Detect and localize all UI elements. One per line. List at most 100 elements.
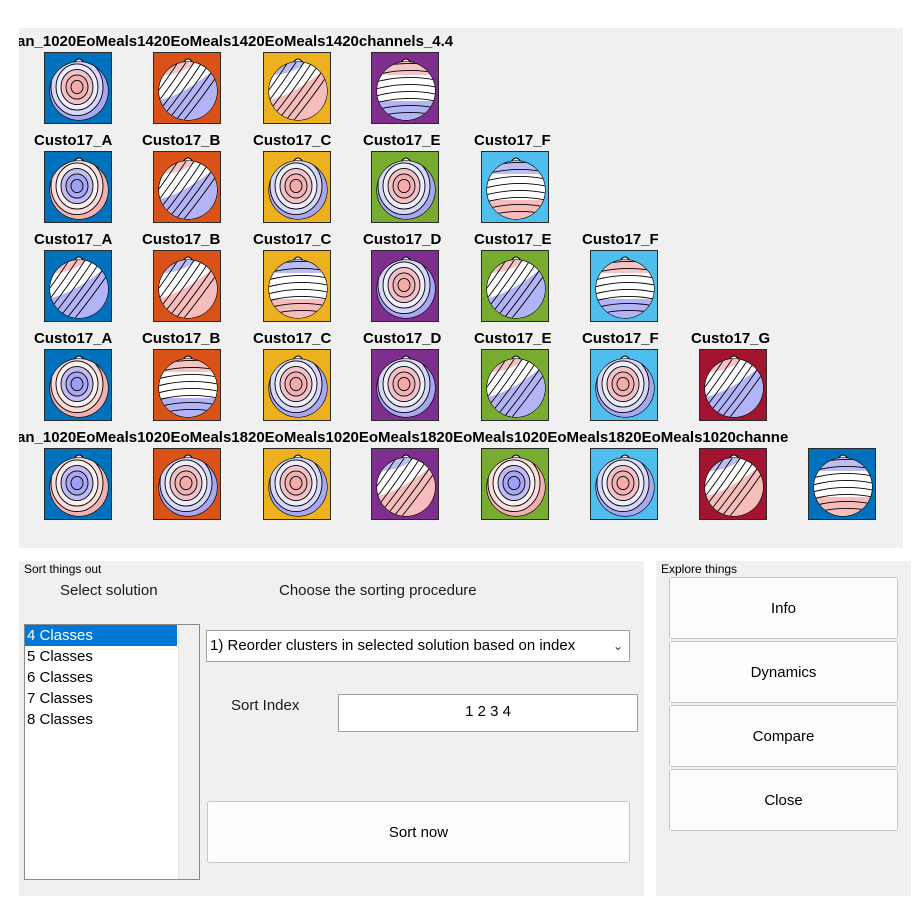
head-map-icon bbox=[813, 454, 873, 517]
map-title: Custo17_C bbox=[253, 231, 332, 248]
map-title: Custo17_A bbox=[34, 330, 113, 347]
map-title: Custo17_F bbox=[582, 231, 659, 248]
head-map-icon bbox=[376, 454, 436, 517]
topographic-map bbox=[263, 349, 331, 421]
sort-index-label: Sort Index bbox=[231, 697, 300, 714]
map-title: Custo17_G bbox=[691, 330, 771, 347]
topographic-map bbox=[371, 52, 439, 124]
topographic-map bbox=[263, 250, 331, 322]
solution-item[interactable]: 7 Classes bbox=[25, 688, 177, 709]
map-title: Custo17_D bbox=[363, 330, 442, 347]
topographic-map bbox=[699, 448, 767, 520]
map-title: Custo17_C bbox=[253, 330, 332, 347]
topographic-map bbox=[263, 52, 331, 124]
head-map-icon bbox=[376, 355, 436, 418]
sorting-procedure-label: Choose the sorting procedure bbox=[279, 582, 477, 599]
sort-panel: Sort things out Select solution Choose t… bbox=[19, 561, 644, 896]
head-map-icon bbox=[595, 256, 655, 319]
head-map-icon bbox=[595, 355, 655, 418]
head-map-icon bbox=[268, 157, 328, 220]
sort-now-button[interactable]: Sort now bbox=[207, 801, 630, 863]
info-button[interactable]: Info bbox=[669, 577, 898, 639]
head-map-icon bbox=[376, 58, 436, 121]
topographic-map bbox=[44, 349, 112, 421]
topographic-map bbox=[590, 250, 658, 322]
topographic-map bbox=[371, 151, 439, 223]
explore-panel-title: Explore things bbox=[661, 562, 738, 576]
head-map-icon bbox=[486, 355, 546, 418]
topographic-map bbox=[481, 250, 549, 322]
dynamics-button[interactable]: Dynamics bbox=[669, 641, 898, 703]
topographic-map bbox=[44, 52, 112, 124]
close-button[interactable]: Close bbox=[669, 769, 898, 831]
solution-listbox[interactable]: 4 Classes 5 Classes 6 Classes 7 Classes 8 Cl… bbox=[24, 624, 200, 880]
head-map-icon bbox=[704, 454, 764, 517]
head-map-icon bbox=[49, 454, 109, 517]
map-title: Custo17_F bbox=[474, 132, 551, 149]
head-map-icon bbox=[486, 157, 546, 220]
topographic-map bbox=[371, 349, 439, 421]
head-map-icon bbox=[158, 157, 218, 220]
sorting-procedure-dropdown[interactable]: 1) Reorder clusters in selected solution… bbox=[206, 630, 630, 662]
head-map-icon bbox=[158, 454, 218, 517]
topographic-map bbox=[263, 448, 331, 520]
head-map-icon bbox=[49, 355, 109, 418]
topographic-map bbox=[371, 250, 439, 322]
sort-index-value: 1 2 3 4 bbox=[465, 703, 511, 720]
map-title: Custo17_D bbox=[363, 231, 442, 248]
topographic-map bbox=[808, 448, 876, 520]
map-title: Custo17_F bbox=[582, 330, 659, 347]
topographic-map bbox=[153, 250, 221, 322]
topographic-map bbox=[481, 151, 549, 223]
listbox-scrollbar[interactable] bbox=[178, 625, 199, 879]
head-map-icon bbox=[376, 256, 436, 319]
topographic-map bbox=[590, 349, 658, 421]
solution-item[interactable]: 8 Classes bbox=[25, 709, 177, 730]
explore-panel: Explore things Info Dynamics Compare Clo… bbox=[656, 561, 911, 896]
head-map-icon bbox=[268, 454, 328, 517]
head-map-icon bbox=[376, 157, 436, 220]
head-map-icon bbox=[268, 256, 328, 319]
solution-item[interactable]: 5 Classes bbox=[25, 646, 177, 667]
map-title: Custo17_B bbox=[142, 132, 221, 149]
select-solution-label: Select solution bbox=[60, 582, 158, 599]
topographic-map bbox=[699, 349, 767, 421]
topographic-map bbox=[481, 448, 549, 520]
microstate-maps-panel: an_1020EoMeals1420EoMeals1420EoMeals1420… bbox=[19, 28, 903, 548]
sort-index-field[interactable]: 1 2 3 4 bbox=[338, 694, 638, 732]
topographic-map bbox=[481, 349, 549, 421]
head-map-icon bbox=[268, 58, 328, 121]
topographic-map bbox=[590, 448, 658, 520]
head-map-icon bbox=[158, 58, 218, 121]
topographic-map bbox=[371, 448, 439, 520]
solution-item[interactable]: 4 Classes bbox=[25, 625, 177, 646]
topographic-map bbox=[153, 448, 221, 520]
head-map-icon bbox=[486, 256, 546, 319]
map-title: Custo17_A bbox=[34, 132, 113, 149]
head-map-icon bbox=[158, 256, 218, 319]
topographic-map bbox=[263, 151, 331, 223]
map-title: Custo17_C bbox=[253, 132, 332, 149]
topographic-map bbox=[153, 151, 221, 223]
solution-item[interactable]: 6 Classes bbox=[25, 667, 177, 688]
head-map-icon bbox=[595, 454, 655, 517]
map-row-title: an_1020EoMeals1420EoMeals1420EoMeals1420… bbox=[19, 33, 454, 50]
head-map-icon bbox=[158, 355, 218, 418]
map-row-title: an_1020EoMeals1020EoMeals1820EoMeals1020… bbox=[19, 429, 789, 446]
map-title: Custo17_A bbox=[34, 231, 113, 248]
topographic-map bbox=[153, 349, 221, 421]
head-map-icon bbox=[49, 58, 109, 121]
head-map-icon bbox=[268, 355, 328, 418]
topographic-map bbox=[153, 52, 221, 124]
map-title: Custo17_E bbox=[363, 132, 441, 149]
head-map-icon bbox=[486, 454, 546, 517]
topographic-map bbox=[44, 250, 112, 322]
chevron-down-icon: ⌄ bbox=[612, 639, 623, 653]
compare-button[interactable]: Compare bbox=[669, 705, 898, 767]
head-map-icon bbox=[49, 157, 109, 220]
map-title: Custo17_B bbox=[142, 231, 221, 248]
head-map-icon bbox=[704, 355, 764, 418]
sorting-procedure-value: 1) Reorder clusters in selected solution… bbox=[210, 637, 576, 654]
head-map-icon bbox=[49, 256, 109, 319]
map-title: Custo17_B bbox=[142, 330, 221, 347]
